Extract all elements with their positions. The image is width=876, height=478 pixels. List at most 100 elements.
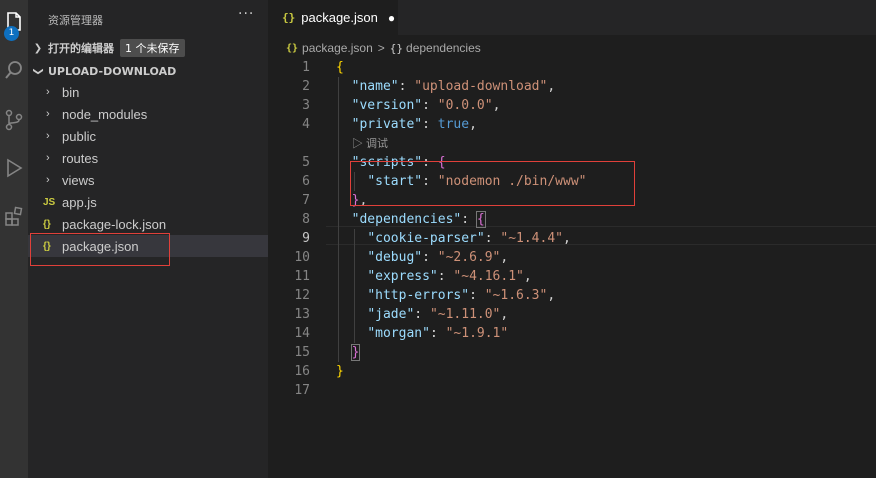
line-number: 14 bbox=[294, 326, 310, 341]
breadcrumb-separator: > bbox=[377, 41, 385, 55]
line-number: 16 bbox=[294, 364, 310, 379]
code-line: 3 "version": "0.0.0", bbox=[268, 96, 876, 115]
debug-codelens[interactable]: ▷ 调试 bbox=[352, 135, 388, 151]
json-file-icon: {} bbox=[43, 240, 51, 252]
tree-item-label: package-lock.json bbox=[62, 216, 167, 232]
unsaved-badge: 1 个未保存 bbox=[120, 39, 185, 57]
extensions-icon[interactable] bbox=[0, 196, 28, 236]
line-number: 8 bbox=[302, 212, 310, 227]
tree-item-app-js[interactable]: JS app.js bbox=[28, 191, 268, 213]
code-line: 4 "private": true, bbox=[268, 115, 876, 134]
code-line: 9 "cookie-parser": "~1.4.4", bbox=[268, 229, 876, 248]
unsaved-dot-icon[interactable]: ● bbox=[388, 11, 395, 25]
breadcrumb: {} package.json > {} dependencies bbox=[268, 38, 481, 58]
code-line: 17 bbox=[268, 381, 876, 400]
tree-item-package-json[interactable]: {} package.json bbox=[28, 235, 268, 257]
object-icon: {} bbox=[389, 41, 404, 55]
project-section[interactable]: ❯ UPLOAD-DOWNLOAD bbox=[28, 60, 268, 82]
line-number: 6 bbox=[302, 174, 310, 189]
code-line: 15 } bbox=[268, 343, 876, 362]
tree-item-label: views bbox=[62, 172, 95, 188]
code-line: 10 "debug": "~2.6.9", bbox=[268, 248, 876, 267]
tree-item-views[interactable]: › views bbox=[28, 169, 268, 191]
explorer-sidebar: 资源管理器 ··· ❯ 打开的编辑器 1 个未保存 ❯ UPLOAD-DOWNL… bbox=[28, 0, 268, 478]
chevron-down-icon: ❯ bbox=[32, 66, 44, 76]
tree-item-label: app.js bbox=[62, 194, 97, 210]
code-line: 6 "start": "nodemon ./bin/www" bbox=[268, 172, 876, 191]
code-line: 7 }, bbox=[268, 191, 876, 210]
code-line: 12 "http-errors": "~1.6.3", bbox=[268, 286, 876, 305]
chevron-right-icon: › bbox=[46, 86, 50, 98]
activity-bar: 1 bbox=[0, 0, 28, 478]
code-line: 13 "jade": "~1.11.0", bbox=[268, 305, 876, 324]
tab-bar: {} package.json ● bbox=[268, 0, 876, 35]
code-text: "dependencies": { bbox=[351, 211, 486, 228]
code-text: "version": "0.0.0", bbox=[351, 98, 501, 113]
line-number: 9 bbox=[302, 231, 310, 246]
json-file-icon: {} bbox=[286, 42, 299, 54]
code-text: { bbox=[336, 60, 344, 75]
code-text: "jade": "~1.11.0", bbox=[367, 307, 509, 322]
line-number: 17 bbox=[294, 383, 310, 398]
notification-badge: 1 bbox=[4, 26, 19, 41]
code-text: }, bbox=[351, 193, 368, 208]
tree-item-label: bin bbox=[62, 84, 80, 100]
code-line: 8 "dependencies": { bbox=[268, 210, 876, 229]
chevron-right-icon: › bbox=[46, 174, 50, 186]
tree-item-routes[interactable]: › routes bbox=[28, 147, 268, 169]
code-text: "express": "~4.16.1", bbox=[367, 269, 532, 284]
chevron-right-icon: › bbox=[46, 108, 50, 120]
search-icon[interactable] bbox=[0, 50, 28, 90]
tree-item-bin[interactable]: › bin bbox=[28, 81, 268, 103]
breadcrumb-file[interactable]: package.json bbox=[302, 41, 373, 55]
tab-label: package.json bbox=[301, 10, 378, 25]
code-text: "start": "nodemon ./bin/www" bbox=[367, 174, 587, 189]
code-text: "private": true, bbox=[351, 117, 477, 132]
line-number: 7 bbox=[302, 193, 310, 208]
line-number: 1 bbox=[302, 60, 310, 75]
more-actions-icon[interactable]: ··· bbox=[238, 6, 254, 22]
code-text: } bbox=[336, 364, 344, 379]
run-debug-icon[interactable] bbox=[0, 148, 28, 188]
chevron-right-icon: › bbox=[46, 152, 50, 164]
breadcrumb-node[interactable]: dependencies bbox=[406, 41, 481, 55]
line-number: 3 bbox=[302, 98, 310, 113]
tree-item-package-lock-json[interactable]: {} package-lock.json bbox=[28, 213, 268, 235]
line-number: 5 bbox=[302, 155, 310, 170]
code-line: 5 "scripts": { bbox=[268, 153, 876, 172]
tree-item-label: package.json bbox=[62, 238, 139, 254]
tree-item-label: node_modules bbox=[62, 106, 148, 122]
json-file-icon: {} bbox=[282, 11, 296, 24]
chevron-right-icon: ❯ bbox=[33, 42, 43, 54]
code-text: "debug": "~2.6.9", bbox=[367, 250, 509, 265]
code-text: "http-errors": "~1.6.3", bbox=[367, 288, 556, 303]
open-editors-section[interactable]: ❯ 打开的编辑器 1 个未保存 bbox=[28, 37, 268, 59]
code-text: "name": "upload-download", bbox=[351, 79, 556, 94]
code-line: 16 } bbox=[268, 362, 876, 381]
tab-package-json[interactable]: {} package.json ● bbox=[268, 0, 398, 35]
tree-item-public[interactable]: › public bbox=[28, 125, 268, 147]
tree-item-node-modules[interactable]: › node_modules bbox=[28, 103, 268, 125]
code-line: 14 "morgan": "~1.9.1" bbox=[268, 324, 876, 343]
json-file-icon: {} bbox=[43, 218, 51, 230]
code-line: 1 { bbox=[268, 58, 876, 77]
code-text: "cookie-parser": "~1.4.4", bbox=[367, 231, 571, 246]
explorer-title: 资源管理器 bbox=[48, 14, 103, 27]
code-text: "morgan": "~1.9.1" bbox=[367, 326, 509, 341]
code-text: } bbox=[350, 344, 361, 361]
code-editor[interactable]: 1 { 2 "name": "upload-download", 3 "vers… bbox=[268, 58, 876, 478]
chevron-right-icon: › bbox=[46, 130, 50, 142]
code-line: 2 "name": "upload-download", bbox=[268, 77, 876, 96]
source-control-icon[interactable] bbox=[0, 100, 28, 140]
line-number: 10 bbox=[294, 250, 310, 265]
line-number: 15 bbox=[294, 345, 310, 360]
line-number: 12 bbox=[294, 288, 310, 303]
tree-item-label: public bbox=[62, 128, 96, 144]
line-number: 4 bbox=[302, 117, 310, 132]
tree-item-label: routes bbox=[62, 150, 99, 166]
js-file-icon: JS bbox=[43, 196, 56, 208]
code-text: "scripts": { bbox=[351, 155, 446, 170]
line-number: 2 bbox=[302, 79, 310, 94]
code-line: 11 "express": "~4.16.1", bbox=[268, 267, 876, 286]
project-label: UPLOAD-DOWNLOAD bbox=[48, 64, 177, 78]
